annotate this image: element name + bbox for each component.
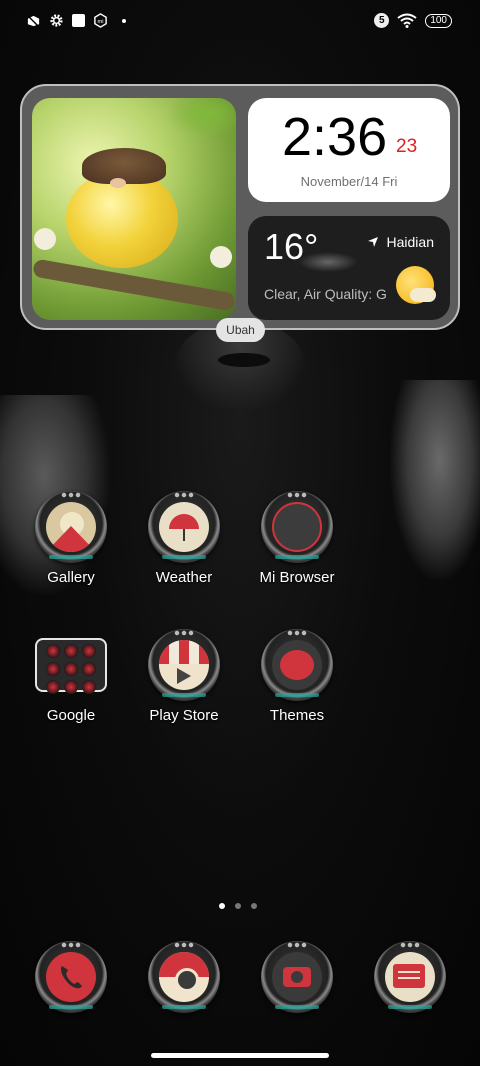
app-google-folder[interactable]: Google (21, 629, 121, 724)
clock-time: 2:36 (282, 107, 388, 167)
leaves-decoration (166, 98, 236, 138)
page-dot (235, 903, 241, 909)
app-gallery[interactable]: Gallery (21, 491, 121, 586)
wallpaper-lips (218, 353, 270, 367)
gear-icon (50, 14, 63, 27)
weather-widget[interactable]: 16° Haidian Clear, Air Quality: G (248, 216, 450, 320)
app-label: Mi Browser (259, 569, 335, 586)
clock-widget[interactable]: 2:36 23 November/14 Fri (248, 98, 450, 202)
gallery-icon (35, 491, 107, 563)
app-label: Google (46, 707, 96, 724)
app-label: Play Store (149, 707, 219, 724)
clock-date: November/14 Fri (300, 174, 398, 189)
dock-camera[interactable] (247, 941, 347, 1013)
themes-icon (261, 629, 333, 701)
dock-phone[interactable] (21, 941, 121, 1013)
battery-indicator: 100 (425, 13, 452, 28)
dock-messages[interactable] (360, 941, 460, 1013)
mi-icon: mi (94, 13, 107, 28)
app-mi-browser[interactable]: Mi Browser (247, 491, 347, 586)
wifi-icon (397, 13, 417, 28)
messages-icon (374, 941, 446, 1013)
sun-cloud-icon (410, 288, 436, 302)
status-bar: mi 5 100 (0, 10, 480, 36)
app-label: Gallery (47, 569, 95, 586)
app-weather[interactable]: Weather (134, 491, 234, 586)
browser-icon (261, 491, 333, 563)
weather-condition: Clear, Air Quality: G (264, 286, 387, 302)
sim-badge: 5 (374, 13, 390, 28)
app-play-store[interactable]: Play Store (134, 629, 234, 724)
page-indicator (219, 903, 257, 909)
wallpaper-hand-right (390, 380, 480, 580)
flower-decoration (34, 228, 56, 250)
page-dot-active (219, 903, 225, 909)
chrome-icon (148, 941, 220, 1013)
phone-icon (35, 941, 107, 1013)
svg-text:mi: mi (98, 19, 104, 25)
square-icon (72, 14, 85, 27)
camera-icon (261, 941, 333, 1013)
app-notification-icon (27, 15, 40, 27)
edit-widget-button[interactable]: Ubah (216, 318, 265, 342)
location-arrow-icon (367, 237, 378, 247)
bird-hair (82, 148, 166, 184)
home-widget-card[interactable]: 2:36 23 November/14 Fri 16° Haidian Clea… (20, 84, 460, 330)
location-label: Haidian (386, 234, 434, 250)
weather-icon (148, 491, 220, 563)
bird-beak (110, 178, 126, 188)
cloud-decoration (298, 252, 358, 272)
dock-chrome[interactable] (134, 941, 234, 1013)
app-themes[interactable]: Themes (247, 629, 347, 724)
gesture-handle[interactable] (151, 1053, 329, 1058)
clock-seconds: 23 (396, 136, 418, 157)
photo-widget[interactable] (32, 98, 236, 320)
play-store-icon (148, 629, 220, 701)
dot-icon (122, 18, 126, 23)
folder-icon (35, 638, 107, 694)
page-dot (251, 903, 257, 909)
weather-location: Haidian (367, 234, 434, 250)
flower-decoration (210, 246, 232, 268)
app-label: Weather (155, 569, 213, 586)
app-label: Themes (269, 707, 325, 724)
